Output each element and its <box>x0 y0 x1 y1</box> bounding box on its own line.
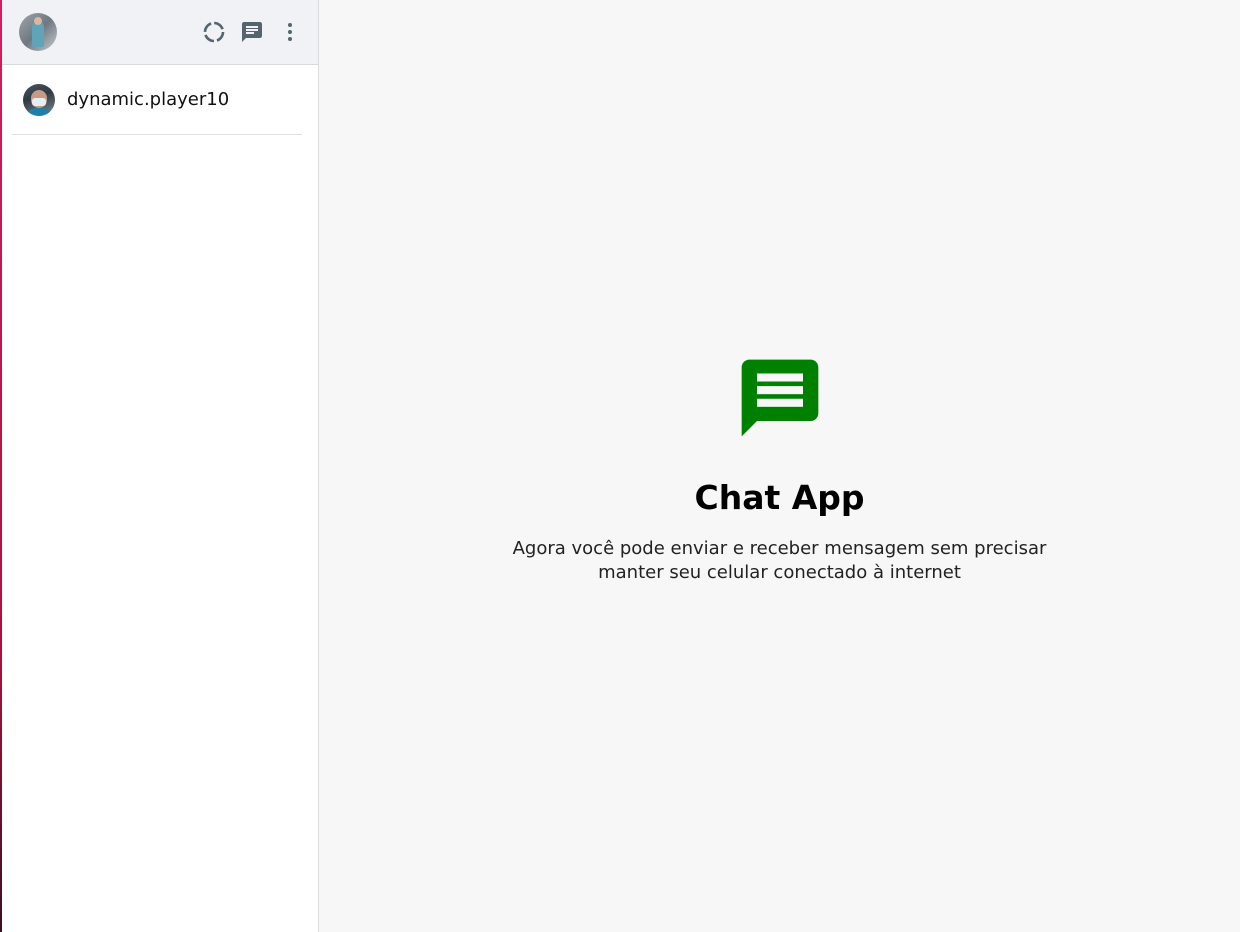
avatar-figure-head <box>34 17 42 25</box>
chat-app: dynamic.player10 Chat App Agora você pod… <box>0 0 1240 932</box>
welcome-title: Chat App <box>694 478 865 517</box>
user-avatar[interactable] <box>19 13 57 51</box>
welcome-description: Agora você pode enviar e receber mensage… <box>512 538 1047 583</box>
new-chat-icon[interactable] <box>240 20 264 44</box>
sidebar: dynamic.player10 <box>2 0 319 932</box>
status-icon[interactable] <box>202 20 226 44</box>
chat-list: dynamic.player10 <box>2 65 318 135</box>
chat-name: dynamic.player10 <box>67 89 230 110</box>
sidebar-header <box>2 0 318 65</box>
more-vert-icon[interactable] <box>278 20 302 44</box>
avatar-mask <box>32 97 46 106</box>
main-panel: Chat App Agora você pode enviar e recebe… <box>319 0 1240 932</box>
chat-list-item[interactable]: dynamic.player10 <box>12 65 302 135</box>
header-icons <box>202 20 302 44</box>
avatar-shirt <box>26 107 52 116</box>
chat-bubble-icon <box>734 352 826 448</box>
contact-avatar <box>23 83 55 116</box>
welcome-panel: Chat App Agora você pode enviar e recebe… <box>319 352 1240 585</box>
